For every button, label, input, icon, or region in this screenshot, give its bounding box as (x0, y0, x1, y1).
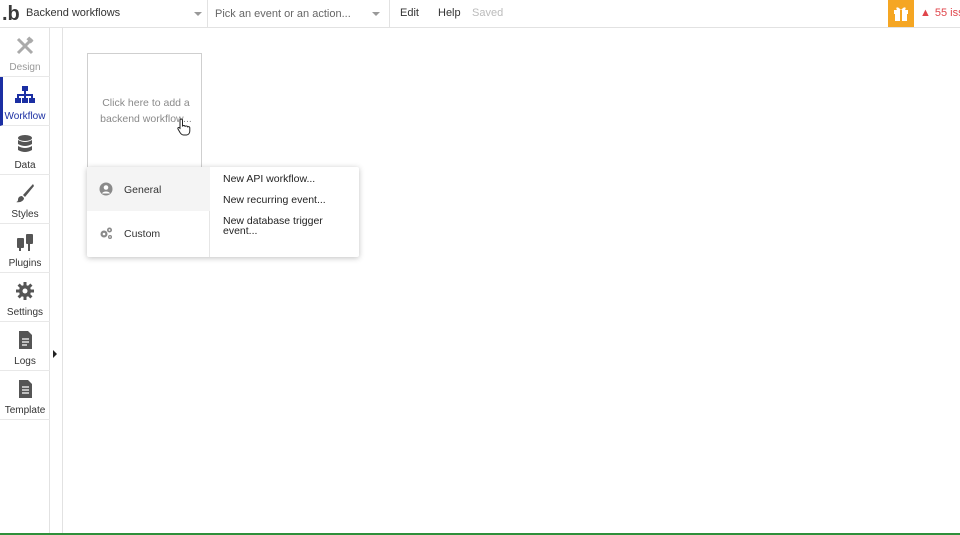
edit-menu[interactable]: Edit (400, 7, 419, 19)
sidebar-item-label: Design (9, 62, 41, 73)
database-icon (18, 135, 32, 152)
sidebar-item-plugins[interactable]: Plugins (0, 224, 50, 273)
sidebar-item-label: Plugins (8, 258, 42, 269)
sidebar-item-styles[interactable]: Styles (0, 175, 50, 224)
new-api-workflow-option[interactable]: New API workflow... (223, 174, 343, 185)
sidebar-item-label: Workflow (4, 111, 46, 122)
sidebar-item-label: Data (14, 160, 36, 171)
hand-cursor-icon (177, 118, 191, 136)
sidebar-item-settings[interactable]: Settings (0, 273, 50, 322)
left-sidebar: Design Workflow Data Styles Plugins Sett… (0, 28, 50, 535)
sidebar-item-template[interactable]: Template (0, 371, 50, 420)
chevron-down-icon (372, 12, 380, 16)
plugin-icon (17, 234, 33, 251)
design-icon (16, 36, 34, 55)
category-general[interactable]: General (87, 167, 210, 211)
gift-button[interactable] (888, 0, 914, 27)
category-label: General (124, 184, 162, 196)
gear-icon (16, 282, 34, 300)
category-label: Custom (124, 228, 161, 240)
page-selector-label: Backend workflows (26, 7, 121, 19)
new-recurring-event-option[interactable]: New recurring event... (223, 195, 343, 206)
sidebar-item-workflow[interactable]: Workflow (0, 77, 50, 126)
category-list: General Custom (87, 167, 210, 257)
category-custom[interactable]: Custom (87, 211, 210, 255)
new-workflow-dropdown: General Custom New API workflow... New r… (87, 167, 359, 257)
event-action-selector[interactable]: Pick an event or an action... (208, 0, 390, 28)
brush-icon (16, 184, 34, 203)
warning-icon: ▲ (920, 7, 931, 19)
gift-icon (894, 7, 908, 21)
gears-icon (100, 227, 112, 239)
issues-indicator[interactable]: ▲55 iss (920, 7, 960, 19)
chevron-down-icon (194, 12, 202, 16)
user-circle-icon (99, 182, 113, 196)
sidebar-item-data[interactable]: Data (0, 126, 50, 175)
template-icon (19, 380, 32, 398)
top-bar: .b Backend workflows Pick an event or an… (0, 0, 960, 28)
issues-count: 55 iss (934, 7, 960, 19)
help-menu[interactable]: Help (438, 7, 461, 19)
add-backend-workflow-card[interactable]: Click here to add a backend workflow... (87, 53, 202, 173)
sidebar-item-label: Template (4, 405, 46, 416)
sidebar-item-label: Styles (11, 209, 39, 220)
sidebar-item-design[interactable]: Design (0, 28, 50, 77)
event-selector-placeholder: Pick an event or an action... (215, 8, 351, 20)
sidebar-item-label: Logs (14, 356, 36, 367)
page-selector[interactable]: Backend workflows (20, 0, 208, 28)
expand-panel-arrow-icon[interactable] (53, 350, 57, 358)
new-database-trigger-option[interactable]: New database trigger event... (223, 216, 343, 237)
sidebar-item-logs[interactable]: Logs (0, 322, 50, 371)
workflow-icon (15, 86, 35, 103)
save-status: Saved (472, 7, 504, 19)
sidebar-item-label: Settings (6, 307, 44, 318)
document-icon (19, 331, 32, 349)
bubble-logo[interactable]: .b (2, 3, 20, 25)
